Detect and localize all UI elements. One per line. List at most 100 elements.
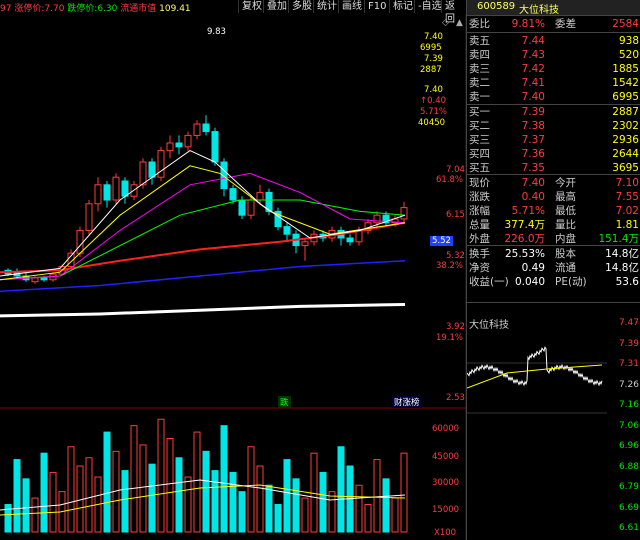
candle-body [283, 226, 291, 235]
volume-bar [220, 425, 228, 533]
intraday-axis-label: 6.88 [618, 461, 639, 472]
volume-bar [292, 478, 300, 533]
volume-label: 60000 [432, 424, 460, 434]
quote-stat-row[interactable]: 涨幅 5.71% 最低 7.02 [467, 204, 640, 218]
candle-body [112, 176, 120, 201]
order-sell-row[interactable]: 卖五 7.44 938 [467, 34, 640, 48]
volume-bar [184, 476, 192, 533]
order-buy-row[interactable]: 买四 7.36 2644 [467, 147, 640, 161]
fib-label: 61.8% [436, 175, 464, 185]
volume-bar [238, 491, 246, 533]
volume-bar [13, 459, 21, 533]
webi-row: 委比 9.81% 委差 2584 [469, 18, 639, 30]
volume-label: 45000 [432, 452, 460, 462]
candle-body [193, 123, 201, 136]
price-label: 5.32 [446, 251, 465, 261]
volume-bar [301, 497, 309, 533]
candle-body [247, 199, 255, 216]
volume-bar [319, 471, 327, 533]
price-label: 6.15 [446, 210, 465, 220]
candle-body [211, 131, 219, 163]
intraday-axis-label: 6.96 [618, 441, 639, 451]
volume-bar [139, 444, 147, 533]
quote-stat-row[interactable]: 净资 0.49 流通 14.8亿 [467, 261, 640, 275]
intraday-axis-label: 6.79 [618, 482, 639, 492]
volume-bar [391, 497, 399, 533]
volume-bar [67, 446, 75, 533]
quote-stat-row[interactable]: 收益(一) 0.040 PE(动) 53.6 [467, 275, 640, 289]
volume-bar [40, 452, 48, 533]
volume-bar [85, 457, 93, 533]
intraday-axis-label: 7.06 [618, 420, 639, 431]
volume-bar [247, 446, 255, 533]
quote-stat-row[interactable]: 外盘 226.0万 内盘 151.4万 [467, 232, 640, 246]
volume-bar [148, 463, 156, 533]
volume-unit-label: X100 [434, 528, 457, 538]
candle-body [76, 229, 84, 254]
volume-bar [103, 431, 111, 533]
volume-label: 30000 [432, 478, 460, 488]
order-sell-row[interactable]: 卖三 7.42 1885 [467, 62, 640, 76]
stock-code: 600589 [477, 1, 516, 12]
intraday-axis-label: 6.61 [618, 523, 639, 533]
quote-stat-row[interactable]: 换手 25.53% 股本 14.8亿 [467, 247, 640, 261]
order-buy-row[interactable]: 买五 7.35 3695 [467, 161, 640, 175]
volume-bar [283, 459, 291, 533]
up-arrow-icon[interactable]: ▲ [456, 18, 463, 28]
intraday-axis-label: 6.69 [618, 502, 639, 513]
quote-stat-row[interactable]: 现价 7.40 今开 7.10 [467, 176, 640, 190]
volume-bar [157, 418, 165, 533]
axis-label: 2887 [420, 65, 442, 75]
candle-body [184, 134, 192, 148]
financial-rank-tag[interactable]: 财涨榜 [392, 396, 422, 408]
axis-label: 6995 [420, 43, 442, 53]
candle-body [346, 237, 354, 243]
diamond-icon[interactable]: ◇ [442, 18, 449, 28]
volume-bar [166, 438, 174, 533]
volume-bar [274, 504, 282, 533]
volume-bar [202, 450, 210, 533]
candle-body [121, 180, 129, 197]
quote-panel: 600589 大位科技 委比 9.81% 委差 2584 卖五 7.44 938 卖四… [466, 0, 640, 540]
fib-label: 19.1% [436, 333, 464, 343]
price-label: 2.53 [446, 393, 465, 403]
ma250-line [0, 303, 406, 318]
volume-bar [211, 470, 219, 533]
candle-body [85, 203, 93, 231]
kline-svg [0, 14, 466, 540]
quote-stat-row[interactable]: 总量 377.4万 量比 1.81 [467, 218, 640, 232]
volume-bar [373, 459, 381, 533]
volume-bar [364, 504, 372, 533]
kline-chart-area[interactable]: 97 涨停价:7.70 跌停价:6.30 流通市值 109.41 复权 叠加 多… [0, 0, 466, 540]
order-buy-row[interactable]: 买三 7.37 2936 [467, 133, 640, 147]
candle-body [166, 142, 174, 152]
intraday-axis-label: 7.47 [618, 318, 639, 328]
fall-tag[interactable]: 跌 [278, 396, 291, 408]
order-sell-row[interactable]: 卖四 7.43 520 [467, 48, 640, 62]
volume-bar [175, 457, 183, 533]
volume-bar [49, 471, 57, 533]
candle-body [148, 161, 156, 178]
volume-bar [400, 452, 408, 533]
volume-label: 15000 [432, 505, 460, 515]
candle-body [103, 184, 111, 201]
order-sell-row[interactable]: 卖二 7.41 1542 [467, 76, 640, 90]
order-buy-row[interactable]: 买一 7.39 2887 [467, 105, 640, 119]
quote-stat-row[interactable]: 涨跌 0.40 最高 7.55 [467, 190, 640, 204]
avg-price-line [467, 364, 603, 389]
candle-body [229, 188, 237, 201]
order-buy-row[interactable]: 买二 7.38 2302 [467, 119, 640, 133]
candle-body [400, 207, 408, 220]
intraday-chart[interactable] [467, 313, 640, 538]
candle-body [94, 184, 102, 205]
order-sell-row[interactable]: 卖一 7.40 6995 [467, 90, 640, 104]
candle-body [256, 191, 264, 201]
volume-bar [382, 478, 390, 533]
volume-bar [256, 465, 264, 533]
candle-body [373, 214, 381, 224]
volume-bar [337, 446, 345, 533]
volume-bar [355, 484, 363, 533]
stock-header: 600589 大位科技 [467, 0, 640, 16]
volume-bar [4, 504, 12, 533]
peak-price-label: 9.83 [207, 27, 226, 37]
